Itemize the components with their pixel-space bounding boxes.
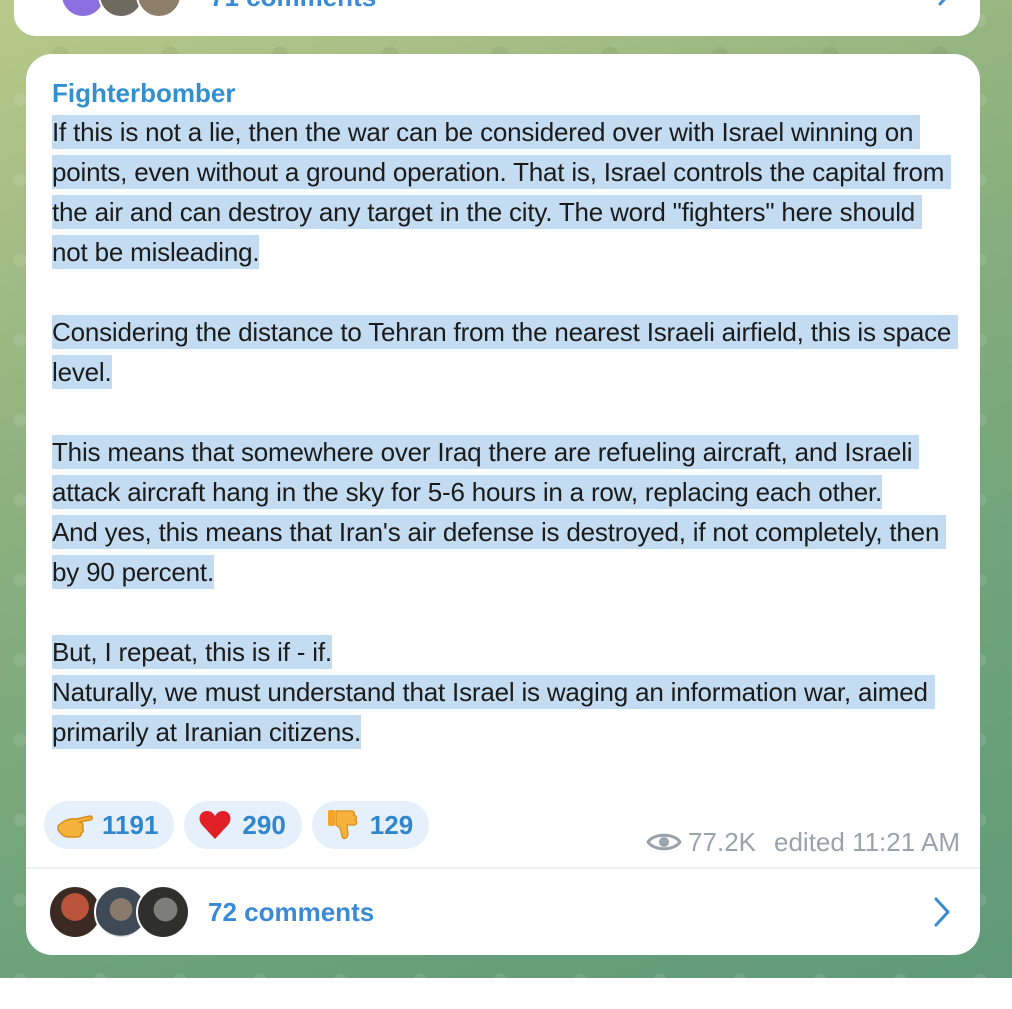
red-heart-icon — [196, 808, 234, 842]
thumbs-down-icon — [324, 808, 362, 842]
comments-count-label: 72 comments — [208, 897, 375, 927]
message-meta: 77.2K edited 11:21 AM — [646, 827, 960, 857]
message-paragraph: This means that somewhere over Iraq ther… — [52, 435, 947, 589]
reactions-bar: 1191 290 129 — [44, 801, 430, 849]
reaction-count: 290 — [242, 810, 286, 840]
message-paragraph: But, I repeat, this is if - if. Naturall… — [52, 635, 935, 749]
message-text: If this is not a lie, then the war can b… — [52, 112, 959, 752]
commenter-avatar — [136, 0, 182, 18]
previous-comments-link[interactable]: 71 comments — [210, 0, 376, 10]
reaction-count: 1191 — [102, 810, 159, 840]
eye-icon — [646, 833, 682, 851]
edited-timestamp: edited 11:21 AM — [774, 827, 960, 857]
chevron-right-icon — [934, 897, 950, 927]
commenter-avatar — [136, 885, 190, 939]
message-bubble: Fighterbomber If this is not a lie, then… — [26, 54, 980, 955]
chevron-right-icon[interactable] — [936, 0, 956, 6]
comments-link[interactable]: 72 comments — [26, 869, 980, 955]
message-paragraph: Considering the distance to Tehran from … — [52, 315, 959, 389]
sender-name[interactable]: Fighterbomber — [52, 78, 235, 108]
view-count: 77.2K — [688, 827, 756, 857]
reaction-count: 129 — [369, 810, 414, 840]
reaction-pointing-hand[interactable]: 1191 — [44, 801, 175, 849]
reaction-red-heart[interactable]: 290 — [184, 801, 302, 849]
pointing-hand-icon — [56, 808, 94, 842]
previous-message-bubble: 71 comments — [14, 0, 980, 36]
message-paragraph: If this is not a lie, then the war can b… — [52, 115, 952, 269]
reaction-thumbs-down[interactable]: 129 — [311, 801, 430, 849]
window-bottom-strip — [0, 978, 1012, 1009]
